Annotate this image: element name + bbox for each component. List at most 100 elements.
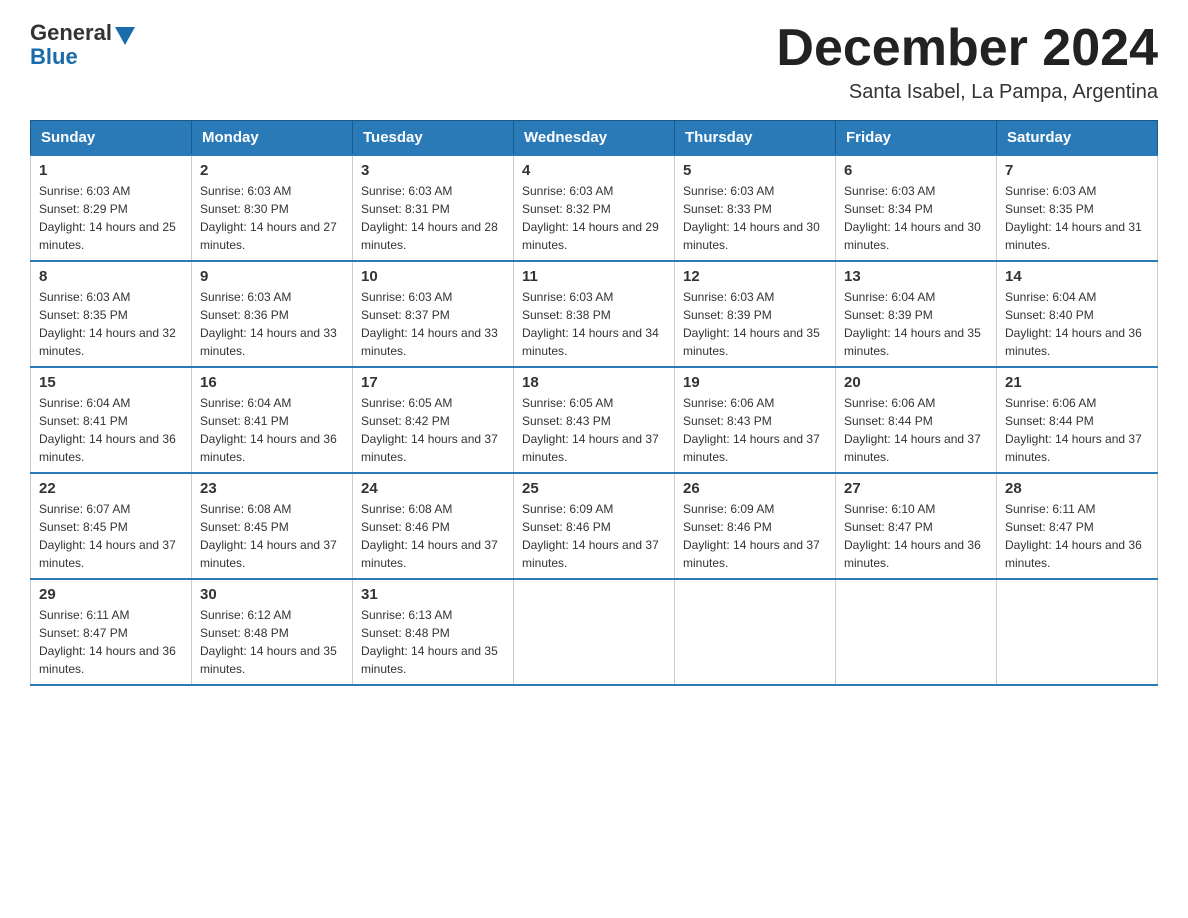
col-monday: Monday [192,121,353,156]
day-number: 13 [844,268,988,285]
table-row: 11 Sunrise: 6:03 AMSunset: 8:38 PMDaylig… [514,261,675,367]
table-row [997,579,1158,685]
col-thursday: Thursday [675,121,836,156]
col-friday: Friday [836,121,997,156]
day-info: Sunrise: 6:10 AMSunset: 8:47 PMDaylight:… [844,502,981,570]
logo-triangle-icon [115,27,135,45]
day-info: Sunrise: 6:09 AMSunset: 8:46 PMDaylight:… [683,502,820,570]
day-number: 8 [39,268,183,285]
calendar-week-4: 22 Sunrise: 6:07 AMSunset: 8:45 PMDaylig… [31,473,1158,579]
calendar-week-3: 15 Sunrise: 6:04 AMSunset: 8:41 PMDaylig… [31,367,1158,473]
day-info: Sunrise: 6:03 AMSunset: 8:35 PMDaylight:… [1005,184,1142,252]
day-number: 26 [683,480,827,497]
calendar-week-1: 1 Sunrise: 6:03 AMSunset: 8:29 PMDayligh… [31,155,1158,261]
table-row: 25 Sunrise: 6:09 AMSunset: 8:46 PMDaylig… [514,473,675,579]
table-row: 9 Sunrise: 6:03 AMSunset: 8:36 PMDayligh… [192,261,353,367]
day-info: Sunrise: 6:06 AMSunset: 8:43 PMDaylight:… [683,396,820,464]
day-info: Sunrise: 6:03 AMSunset: 8:32 PMDaylight:… [522,184,659,252]
day-number: 28 [1005,480,1149,497]
day-info: Sunrise: 6:06 AMSunset: 8:44 PMDaylight:… [844,396,981,464]
table-row: 3 Sunrise: 6:03 AMSunset: 8:31 PMDayligh… [353,155,514,261]
day-number: 6 [844,162,988,179]
table-row: 10 Sunrise: 6:03 AMSunset: 8:37 PMDaylig… [353,261,514,367]
logo-general-text: General [30,20,112,46]
col-saturday: Saturday [997,121,1158,156]
day-info: Sunrise: 6:03 AMSunset: 8:33 PMDaylight:… [683,184,820,252]
day-info: Sunrise: 6:04 AMSunset: 8:41 PMDaylight:… [200,396,337,464]
day-info: Sunrise: 6:07 AMSunset: 8:45 PMDaylight:… [39,502,176,570]
calendar-header-row: Sunday Monday Tuesday Wednesday Thursday… [31,121,1158,156]
month-title: December 2024 [776,20,1158,77]
day-number: 30 [200,586,344,603]
day-info: Sunrise: 6:08 AMSunset: 8:46 PMDaylight:… [361,502,498,570]
day-number: 21 [1005,374,1149,391]
day-number: 2 [200,162,344,179]
col-sunday: Sunday [31,121,192,156]
day-number: 16 [200,374,344,391]
table-row: 6 Sunrise: 6:03 AMSunset: 8:34 PMDayligh… [836,155,997,261]
table-row: 23 Sunrise: 6:08 AMSunset: 8:45 PMDaylig… [192,473,353,579]
day-number: 5 [683,162,827,179]
day-number: 4 [522,162,666,179]
table-row: 17 Sunrise: 6:05 AMSunset: 8:42 PMDaylig… [353,367,514,473]
day-info: Sunrise: 6:03 AMSunset: 8:29 PMDaylight:… [39,184,176,252]
day-number: 15 [39,374,183,391]
day-info: Sunrise: 6:03 AMSunset: 8:30 PMDaylight:… [200,184,337,252]
logo: General Blue [30,20,138,70]
day-number: 24 [361,480,505,497]
day-info: Sunrise: 6:12 AMSunset: 8:48 PMDaylight:… [200,608,337,676]
calendar-table: Sunday Monday Tuesday Wednesday Thursday… [30,120,1158,686]
day-number: 7 [1005,162,1149,179]
table-row: 5 Sunrise: 6:03 AMSunset: 8:33 PMDayligh… [675,155,836,261]
day-number: 18 [522,374,666,391]
day-info: Sunrise: 6:03 AMSunset: 8:36 PMDaylight:… [200,290,337,358]
day-info: Sunrise: 6:03 AMSunset: 8:39 PMDaylight:… [683,290,820,358]
table-row: 31 Sunrise: 6:13 AMSunset: 8:48 PMDaylig… [353,579,514,685]
table-row [675,579,836,685]
col-tuesday: Tuesday [353,121,514,156]
day-number: 25 [522,480,666,497]
day-number: 10 [361,268,505,285]
day-number: 17 [361,374,505,391]
table-row: 28 Sunrise: 6:11 AMSunset: 8:47 PMDaylig… [997,473,1158,579]
day-info: Sunrise: 6:11 AMSunset: 8:47 PMDaylight:… [1005,502,1142,570]
day-info: Sunrise: 6:06 AMSunset: 8:44 PMDaylight:… [1005,396,1142,464]
table-row: 14 Sunrise: 6:04 AMSunset: 8:40 PMDaylig… [997,261,1158,367]
table-row: 15 Sunrise: 6:04 AMSunset: 8:41 PMDaylig… [31,367,192,473]
table-row: 26 Sunrise: 6:09 AMSunset: 8:46 PMDaylig… [675,473,836,579]
day-number: 14 [1005,268,1149,285]
table-row: 2 Sunrise: 6:03 AMSunset: 8:30 PMDayligh… [192,155,353,261]
table-row: 21 Sunrise: 6:06 AMSunset: 8:44 PMDaylig… [997,367,1158,473]
table-row: 8 Sunrise: 6:03 AMSunset: 8:35 PMDayligh… [31,261,192,367]
col-wednesday: Wednesday [514,121,675,156]
day-number: 20 [844,374,988,391]
table-row: 18 Sunrise: 6:05 AMSunset: 8:43 PMDaylig… [514,367,675,473]
table-row: 19 Sunrise: 6:06 AMSunset: 8:43 PMDaylig… [675,367,836,473]
day-number: 31 [361,586,505,603]
title-section: December 2024 Santa Isabel, La Pampa, Ar… [776,20,1158,104]
day-number: 12 [683,268,827,285]
day-info: Sunrise: 6:03 AMSunset: 8:34 PMDaylight:… [844,184,981,252]
day-number: 11 [522,268,666,285]
table-row: 24 Sunrise: 6:08 AMSunset: 8:46 PMDaylig… [353,473,514,579]
day-info: Sunrise: 6:04 AMSunset: 8:40 PMDaylight:… [1005,290,1142,358]
day-info: Sunrise: 6:03 AMSunset: 8:38 PMDaylight:… [522,290,659,358]
table-row: 30 Sunrise: 6:12 AMSunset: 8:48 PMDaylig… [192,579,353,685]
table-row: 16 Sunrise: 6:04 AMSunset: 8:41 PMDaylig… [192,367,353,473]
day-number: 29 [39,586,183,603]
day-number: 9 [200,268,344,285]
table-row: 7 Sunrise: 6:03 AMSunset: 8:35 PMDayligh… [997,155,1158,261]
table-row: 22 Sunrise: 6:07 AMSunset: 8:45 PMDaylig… [31,473,192,579]
day-info: Sunrise: 6:05 AMSunset: 8:42 PMDaylight:… [361,396,498,464]
day-info: Sunrise: 6:03 AMSunset: 8:31 PMDaylight:… [361,184,498,252]
day-info: Sunrise: 6:03 AMSunset: 8:37 PMDaylight:… [361,290,498,358]
day-info: Sunrise: 6:04 AMSunset: 8:41 PMDaylight:… [39,396,176,464]
day-number: 1 [39,162,183,179]
table-row: 1 Sunrise: 6:03 AMSunset: 8:29 PMDayligh… [31,155,192,261]
day-info: Sunrise: 6:09 AMSunset: 8:46 PMDaylight:… [522,502,659,570]
table-row [836,579,997,685]
table-row: 29 Sunrise: 6:11 AMSunset: 8:47 PMDaylig… [31,579,192,685]
table-row [514,579,675,685]
page-header: General Blue December 2024 Santa Isabel,… [30,20,1158,104]
day-info: Sunrise: 6:05 AMSunset: 8:43 PMDaylight:… [522,396,659,464]
